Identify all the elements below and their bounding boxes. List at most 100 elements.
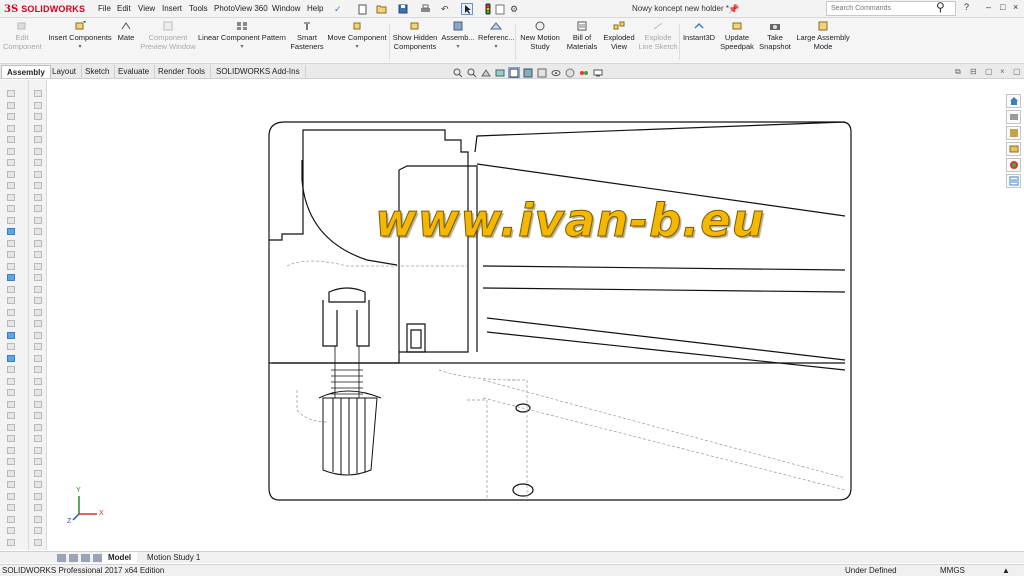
fillet-icon[interactable]	[5, 445, 17, 456]
explode-line-sketch-button[interactable]: Explode Line Sketch	[638, 21, 678, 51]
unit-system[interactable]: MMGS	[940, 566, 965, 575]
select-icon[interactable]	[461, 3, 473, 15]
component-icon[interactable]	[5, 410, 17, 421]
instant3d-button[interactable]: Instant3D	[681, 21, 717, 42]
interference-icon[interactable]	[5, 422, 17, 433]
line-icon[interactable]	[32, 525, 44, 536]
wrap-icon[interactable]	[32, 422, 44, 433]
minimize-icon[interactable]: –	[986, 2, 991, 12]
component-icon[interactable]	[32, 330, 44, 341]
smart-dimension-icon[interactable]	[5, 100, 17, 111]
measure-icon[interactable]	[5, 341, 17, 352]
interference-icon[interactable]	[32, 341, 44, 352]
quick-snap-icon[interactable]	[5, 284, 17, 295]
smart-fasteners-button[interactable]: Smart Fasteners	[289, 21, 325, 51]
display-icon[interactable]	[5, 330, 17, 341]
assembly-icon[interactable]	[32, 307, 44, 318]
tile-view-icon[interactable]: ⊟	[970, 67, 977, 76]
curve-icon[interactable]	[5, 537, 17, 548]
mirror-icon[interactable]	[5, 226, 17, 237]
shell-icon[interactable]	[5, 468, 17, 479]
file-explorer-icon[interactable]	[1006, 142, 1021, 156]
menu-photoview[interactable]: PhotoView 360	[214, 4, 268, 13]
status-arrow-icon[interactable]: ▲	[1002, 566, 1010, 575]
appearances-icon[interactable]	[1006, 158, 1021, 172]
axis-icon[interactable]	[32, 479, 44, 490]
rebuild-icon[interactable]	[485, 3, 491, 15]
dropdown-arrow-icon[interactable]: ▾	[326, 43, 388, 52]
relations-icon[interactable]	[32, 180, 44, 191]
search-input[interactable]	[831, 5, 921, 12]
draft-icon[interactable]	[32, 410, 44, 421]
last-tab-icon[interactable]	[93, 554, 102, 562]
first-tab-icon[interactable]	[57, 554, 66, 562]
sketch-icon[interactable]	[5, 88, 17, 99]
dropdown-arrow-icon[interactable]: ▾	[440, 43, 476, 52]
tab-layout[interactable]: Layout	[47, 65, 83, 78]
pin-icon[interactable]: ✓	[334, 3, 342, 15]
mirror-icon[interactable]	[32, 146, 44, 157]
new-document-icon[interactable]	[358, 3, 367, 15]
flex-icon[interactable]	[32, 445, 44, 456]
file-properties-icon[interactable]	[495, 3, 505, 15]
pattern-icon[interactable]	[5, 238, 17, 249]
flex-icon[interactable]	[5, 525, 17, 536]
take-snapshot-button[interactable]: Take Snapshot	[757, 21, 793, 51]
resources-icon[interactable]	[1006, 110, 1021, 124]
display-icon[interactable]	[32, 249, 44, 260]
maximize-view-icon[interactable]: ▢	[985, 67, 993, 76]
sketch-icon[interactable]	[32, 502, 44, 513]
quick-snap-icon[interactable]	[32, 203, 44, 214]
search-icon[interactable]: ⚲	[936, 0, 945, 14]
new-motion-study-button[interactable]: New Motion Study	[518, 21, 562, 51]
tab-addins[interactable]: SOLIDWORKS Add-Ins	[211, 65, 306, 78]
line-icon[interactable]	[5, 111, 17, 122]
dome-icon[interactable]	[32, 433, 44, 444]
section-view-icon[interactable]	[494, 67, 506, 78]
grid-icon[interactable]	[32, 284, 44, 295]
help-icon[interactable]: ?	[964, 2, 969, 12]
rectangle-icon[interactable]	[5, 123, 17, 134]
bill-of-materials-button[interactable]: Bill of Materials	[564, 21, 600, 51]
tab-sketch[interactable]: Sketch	[80, 65, 116, 78]
tab-motion-study[interactable]: Motion Study 1	[141, 552, 206, 564]
view-icon[interactable]	[5, 376, 17, 387]
dropdown-arrow-icon[interactable]: ▾	[478, 43, 514, 52]
pattern-icon[interactable]	[32, 157, 44, 168]
move-component-button[interactable]: Move Component ▾	[326, 21, 388, 52]
section-icon[interactable]	[32, 272, 44, 283]
close-icon[interactable]: ×	[1013, 2, 1018, 12]
draft-icon[interactable]	[5, 491, 17, 502]
restore-view-icon[interactable]: ⧉	[955, 67, 961, 77]
trim-icon[interactable]	[32, 111, 44, 122]
instant2d-icon[interactable]	[5, 307, 17, 318]
tab-model[interactable]: Model	[102, 552, 138, 564]
menu-insert[interactable]: Insert	[162, 4, 182, 13]
mate-button[interactable]: Mate	[115, 21, 137, 42]
wrap-icon[interactable]	[5, 502, 17, 513]
curve-icon[interactable]	[32, 456, 44, 467]
rib-icon[interactable]	[5, 479, 17, 490]
open-icon[interactable]	[376, 3, 387, 15]
zoom-to-fit-icon[interactable]	[452, 67, 464, 78]
print-icon[interactable]	[420, 3, 431, 15]
move-entities-icon[interactable]	[5, 249, 17, 260]
tab-evaluate[interactable]: Evaluate	[113, 65, 156, 78]
insert-components-button[interactable]: Insert Components ▾	[46, 21, 114, 52]
text-icon[interactable]	[5, 180, 17, 191]
shaded-sketch-icon[interactable]	[32, 238, 44, 249]
dome-icon[interactable]	[5, 514, 17, 525]
tab-render-tools[interactable]: Render Tools	[153, 65, 211, 78]
assembly-features-button[interactable]: Assemb... ▾	[440, 21, 476, 52]
graphics-area[interactable]: Y X Z	[47, 80, 1005, 550]
circle-icon[interactable]	[5, 134, 17, 145]
text-icon[interactable]	[32, 100, 44, 111]
apply-scene-icon[interactable]	[578, 67, 590, 78]
convert-icon[interactable]	[5, 203, 17, 214]
view-settings-icon[interactable]	[592, 67, 604, 78]
undo-icon[interactable]: ↶	[441, 3, 449, 15]
large-assembly-button[interactable]: Large Assembly Mode	[795, 21, 851, 51]
pushpin-icon[interactable]: 📌	[728, 3, 739, 15]
mate-icon[interactable]	[32, 318, 44, 329]
design-library-icon[interactable]	[1006, 126, 1021, 140]
